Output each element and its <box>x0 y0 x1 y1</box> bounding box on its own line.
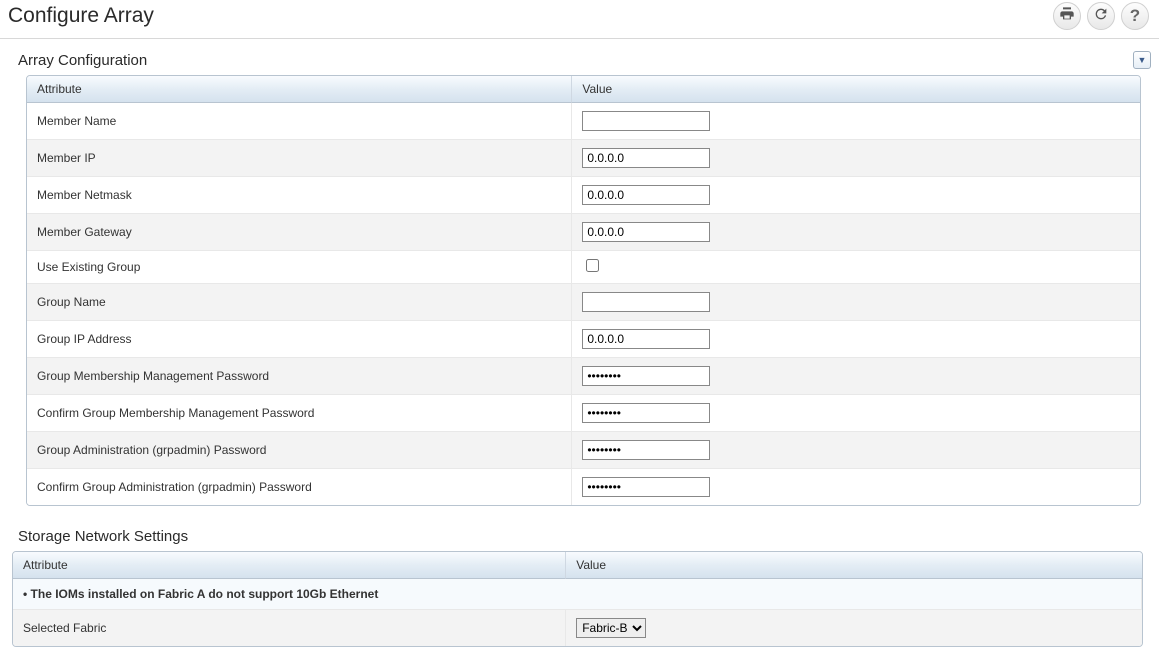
page-title: Configure Array <box>8 2 154 28</box>
help-button[interactable]: ? <box>1121 2 1149 30</box>
toolbar: ? <box>1053 2 1149 30</box>
table-row: Selected Fabric Fabric-B <box>13 609 1142 646</box>
attr-label: Group Name <box>27 283 572 320</box>
table-row: Member IP <box>27 139 1140 176</box>
expand-collapse-button[interactable]: ▼ <box>1133 51 1151 69</box>
refresh-button[interactable] <box>1087 2 1115 30</box>
array-configuration-section: Array Configuration ▼ Attribute Value Me… <box>8 51 1151 506</box>
table-row: Group IP Address <box>27 320 1140 357</box>
group-ip-input[interactable] <box>582 329 710 349</box>
member-name-input[interactable] <box>582 111 710 131</box>
attr-label: Member IP <box>27 139 572 176</box>
table-row: Confirm Group Administration (grpadmin) … <box>27 468 1140 505</box>
help-icon: ? <box>1130 6 1140 26</box>
column-header-attribute: Attribute <box>27 76 572 103</box>
attr-label: Selected Fabric <box>13 609 566 646</box>
fabric-note-text: • The IOMs installed on Fabric A do not … <box>23 587 378 601</box>
group-admin-password-input[interactable] <box>582 440 710 460</box>
member-ip-input[interactable] <box>582 148 710 168</box>
attr-label: Member Netmask <box>27 176 572 213</box>
table-row: Member Gateway <box>27 213 1140 250</box>
print-icon <box>1059 6 1075 26</box>
confirm-group-membership-password-input[interactable] <box>582 403 710 423</box>
chevron-down-icon: ▼ <box>1138 55 1147 65</box>
table-row-note: • The IOMs installed on Fabric A do not … <box>13 579 1142 609</box>
member-netmask-input[interactable] <box>582 185 710 205</box>
column-header-value: Value <box>566 552 1142 579</box>
array-config-table: Attribute Value Member Name Member IP Me… <box>26 75 1141 506</box>
attr-label: Member Gateway <box>27 213 572 250</box>
storage-network-section: Storage Network Settings Attribute Value… <box>8 528 1151 647</box>
table-row: Member Name <box>27 103 1140 139</box>
table-row: Use Existing Group <box>27 250 1140 283</box>
confirm-group-admin-password-input[interactable] <box>582 477 710 497</box>
column-header-attribute: Attribute <box>13 552 566 579</box>
attr-label: Group Administration (grpadmin) Password <box>27 431 572 468</box>
attr-label: Use Existing Group <box>27 250 572 283</box>
print-button[interactable] <box>1053 2 1081 30</box>
table-row: Group Name <box>27 283 1140 320</box>
section-title-array-config: Array Configuration <box>18 52 147 69</box>
attr-label: Member Name <box>27 103 572 139</box>
column-header-value: Value <box>572 76 1140 103</box>
table-row: Group Membership Management Password <box>27 357 1140 394</box>
member-gateway-input[interactable] <box>582 222 710 242</box>
selected-fabric-select[interactable]: Fabric-B <box>576 618 646 638</box>
attr-label: Group IP Address <box>27 320 572 357</box>
attr-label: Confirm Group Membership Management Pass… <box>27 394 572 431</box>
section-title-storage-network: Storage Network Settings <box>18 528 188 545</box>
table-row: Group Administration (grpadmin) Password <box>27 431 1140 468</box>
storage-network-table: Attribute Value • The IOMs installed on … <box>12 551 1143 647</box>
refresh-icon <box>1093 6 1109 26</box>
table-row: Member Netmask <box>27 176 1140 213</box>
group-name-input[interactable] <box>582 292 710 312</box>
attr-label: Group Membership Management Password <box>27 357 572 394</box>
group-membership-password-input[interactable] <box>582 366 710 386</box>
table-row: Confirm Group Membership Management Pass… <box>27 394 1140 431</box>
use-existing-group-checkbox[interactable] <box>586 259 599 272</box>
attr-label: Confirm Group Administration (grpadmin) … <box>27 468 572 505</box>
